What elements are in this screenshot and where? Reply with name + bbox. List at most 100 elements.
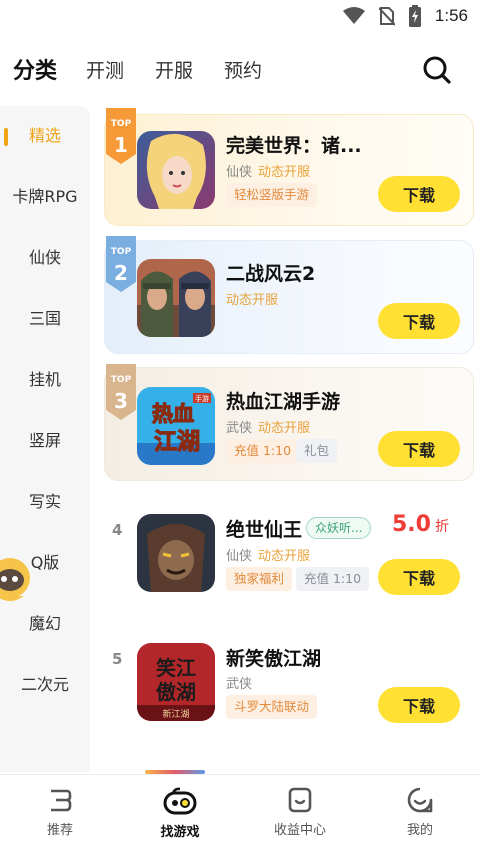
- rank-badge-label: TOP: [111, 119, 132, 129]
- discount-label: 5.0 折: [392, 512, 449, 537]
- game-title[interactable]: 完美世界：诸...: [226, 131, 362, 158]
- game-icon-jueshi-xianwang[interactable]: [137, 514, 215, 592]
- status-time: 1:56: [434, 6, 468, 25]
- top-3-badge-icon: TOP 3: [106, 364, 136, 420]
- game-icon-perfect-world[interactable]: [137, 131, 215, 209]
- sidebar-item-portrait[interactable]: 竖屏: [0, 411, 90, 471]
- no-sim-icon: [378, 7, 395, 26]
- recommend-icon: [51, 789, 72, 812]
- nav-recommend[interactable]: 推荐: [10, 787, 110, 838]
- icon-text: 江湖: [154, 429, 200, 455]
- sidebar-item-realistic[interactable]: 写实: [0, 472, 90, 532]
- earnings-icon: [288, 787, 312, 813]
- game-feature: 动态开服: [258, 421, 311, 436]
- game-icon-ww2[interactable]: [137, 259, 215, 337]
- game-feature: 动态开服: [226, 293, 279, 308]
- sidebar-item-label: 二次元: [20, 675, 69, 694]
- tab-beta-test[interactable]: 开测: [86, 56, 124, 83]
- wifi-icon: [342, 7, 365, 24]
- game-genre: 仙侠: [226, 165, 253, 180]
- game-icon-new-swordsman[interactable]: 笑江 傲湖 新江湖: [137, 643, 215, 721]
- title-badge: 众妖听...: [306, 517, 372, 539]
- sidebar-item-idle[interactable]: 挂机: [0, 350, 90, 410]
- nav-label: 收益中心: [273, 823, 326, 838]
- nav-my-profile[interactable]: 我的: [370, 787, 470, 838]
- sidebar-item-label: 竖屏: [28, 431, 61, 450]
- game-genre: 武侠: [226, 421, 253, 436]
- download-button[interactable]: 下载: [378, 303, 460, 339]
- icon-text: 傲湖: [156, 680, 196, 704]
- game-tag: 轻松竖版手游: [226, 183, 318, 207]
- nav-find-games[interactable]: 找游戏: [130, 787, 230, 840]
- sidebar-item-card-rpg[interactable]: 卡牌RPG: [0, 167, 90, 227]
- download-button[interactable]: 下载: [378, 176, 460, 212]
- tab-category[interactable]: 分类: [13, 53, 57, 85]
- active-indicator: [4, 128, 8, 146]
- download-button[interactable]: 下载: [378, 431, 460, 467]
- top-2-badge-icon: TOP 2: [106, 236, 136, 292]
- icon-text: 新江湖: [162, 708, 189, 720]
- sidebar-item-label: 写实: [28, 492, 61, 511]
- download-button[interactable]: 下载: [378, 559, 460, 595]
- discount-unit: 折: [434, 519, 449, 535]
- discount-value: 5.0: [392, 512, 431, 537]
- game-tag: 礼包: [296, 439, 338, 463]
- game-meta: 武侠: [226, 673, 258, 692]
- app-screen: 1:56 分类 开测 开服 预约 精选 卡牌RPG 仙侠 三国 挂机 竖屏 写实…: [0, 0, 480, 853]
- game-title[interactable]: 绝世仙王: [226, 515, 302, 542]
- sidebar-item-label: 三国: [28, 309, 61, 328]
- category-sidebar: 精选 卡牌RPG 仙侠 三国 挂机 竖屏 写实 Q版 魔幻 二次元: [0, 106, 90, 772]
- rank-badge-label: TOP: [111, 375, 132, 385]
- tab-reserve[interactable]: 预约: [224, 56, 262, 83]
- game-genre: 仙侠: [226, 549, 253, 564]
- sidebar-item-anime[interactable]: 二次元: [0, 655, 90, 715]
- game-meta: 动态开服: [226, 289, 278, 308]
- nav-label: 我的: [406, 823, 433, 838]
- nav-label: 推荐: [46, 823, 73, 838]
- game-meta: 武侠 动态开服: [226, 417, 310, 436]
- sidebar-item-label: 仙侠: [28, 248, 61, 267]
- sidebar-item-label: 卡牌RPG: [12, 187, 78, 206]
- rank-number: 5: [112, 650, 123, 668]
- battery-charging-icon: [408, 5, 421, 27]
- download-button[interactable]: 下载: [378, 687, 460, 723]
- game-title[interactable]: 热血江湖手游: [226, 387, 340, 414]
- floating-mascot-icon[interactable]: [0, 548, 32, 608]
- rank-badge-number: 1: [114, 133, 128, 157]
- icon-text: 笑江: [156, 656, 196, 680]
- sidebar-item-three-kingdoms[interactable]: 三国: [0, 289, 90, 349]
- game-genre: 武侠: [226, 677, 253, 692]
- sidebar-item-label: 魔幻: [28, 614, 61, 633]
- game-tag: 充值 1:10: [226, 439, 300, 463]
- game-meta: 仙侠 动态开服: [226, 161, 310, 180]
- sidebar-item-featured[interactable]: 精选: [0, 106, 90, 166]
- status-icons: 1:56: [342, 5, 468, 27]
- bottom-nav: 推荐 找游戏 收益中心 我的: [0, 774, 480, 853]
- game-title[interactable]: 二战风云2: [226, 259, 315, 286]
- profile-icon: [407, 787, 433, 813]
- icon-text: 手游: [195, 394, 209, 403]
- sidebar-item-label: 挂机: [28, 370, 61, 389]
- game-tag: 充值 1:10: [296, 567, 370, 591]
- tab-server-open[interactable]: 开服: [155, 56, 193, 83]
- game-feature: 动态开服: [258, 165, 311, 180]
- game-meta: 仙侠 动态开服: [226, 545, 310, 564]
- sidebar-item-label: 精选: [28, 126, 61, 145]
- nav-earnings-center[interactable]: 收益中心: [250, 787, 350, 838]
- gamepad-icon: [163, 787, 197, 815]
- game-tag: 斗罗大陆联动: [226, 695, 318, 719]
- rank-badge-number: 2: [114, 261, 128, 285]
- game-feature: 动态开服: [258, 549, 311, 564]
- icon-text: 热血: [152, 402, 194, 426]
- game-tag: 独家福利: [226, 567, 293, 591]
- rank-badge-label: TOP: [111, 247, 132, 257]
- top-1-badge-icon: TOP 1: [106, 108, 136, 164]
- game-title[interactable]: 新笑傲江湖: [226, 644, 321, 671]
- sidebar-item-label: Q版: [30, 553, 60, 572]
- rank-badge-number: 3: [114, 389, 128, 413]
- status-bar: 1:56: [0, 0, 480, 34]
- sidebar-item-xianxia[interactable]: 仙侠: [0, 228, 90, 288]
- nav-label: 找游戏: [160, 825, 200, 840]
- search-icon[interactable]: [422, 55, 452, 85]
- game-icon-hot-blood-jianghu[interactable]: 热血 江湖 手游: [137, 387, 215, 465]
